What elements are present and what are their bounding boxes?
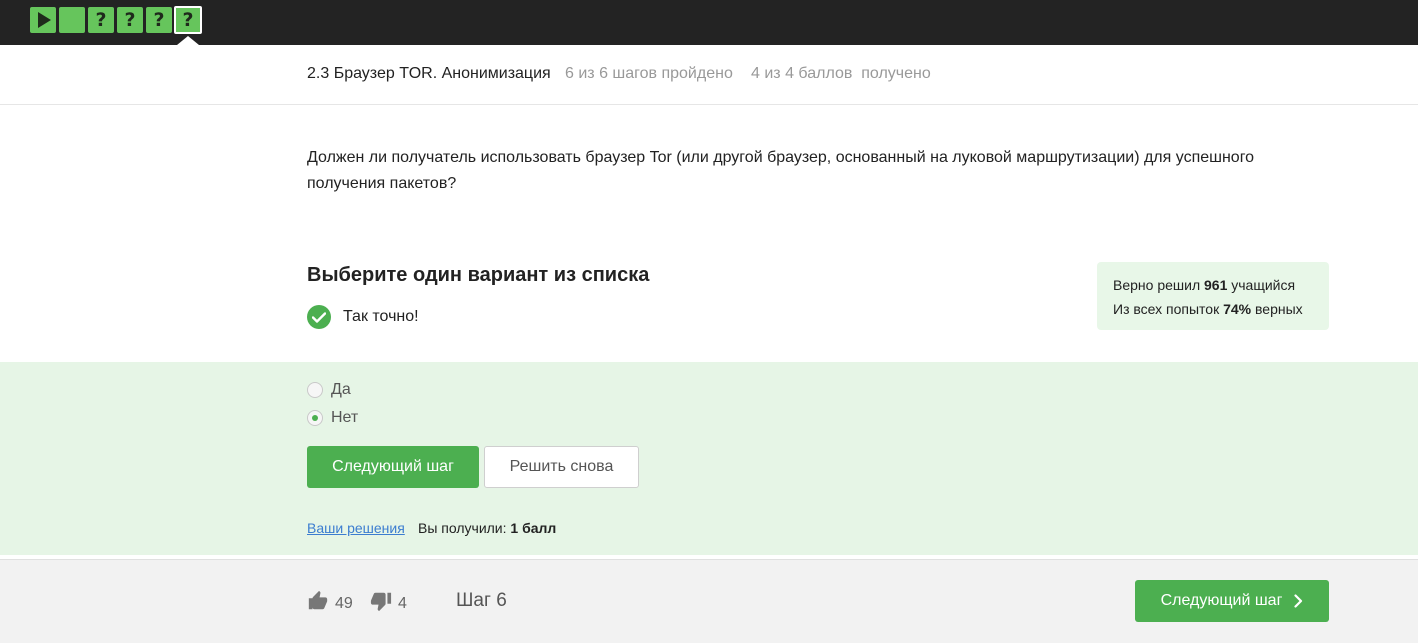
- radio-button[interactable]: [307, 382, 323, 398]
- attempts-stat: Из всех попыток 74% верных: [1113, 297, 1329, 321]
- task-title: Выберите один вариант из списка: [307, 264, 650, 286]
- lesson-progress: 6 из 6 шагов пройдено: [565, 65, 733, 82]
- thumbs-down-icon: [370, 590, 392, 617]
- next-step-button[interactable]: Следующий шаг: [307, 446, 479, 488]
- thumbs-up-icon: [307, 590, 329, 617]
- score-label: Вы получили:: [418, 520, 507, 536]
- your-solutions-link[interactable]: Ваши решения: [307, 520, 405, 536]
- solved-count: 961: [1204, 277, 1228, 293]
- solve-again-button[interactable]: Решить снова: [484, 446, 639, 488]
- chevron-right-icon: [1294, 594, 1303, 608]
- lesson-score: 4 из 4 баллов получено: [751, 65, 931, 82]
- lesson-title: 2.3 Браузер TOR. Анонимизация: [307, 65, 551, 82]
- score-value: 1 балл: [510, 520, 557, 536]
- solved-stat: Верно решил 961 учащийся: [1113, 273, 1329, 297]
- answer-area: [0, 362, 1418, 555]
- radio-button-selected[interactable]: [307, 410, 323, 426]
- solved-prefix: Верно решил: [1113, 277, 1201, 293]
- play-icon: [38, 12, 51, 28]
- footer-next-label: Следующий шаг: [1160, 592, 1283, 609]
- option-label: Нет: [331, 409, 359, 426]
- like-button[interactable]: 49: [307, 590, 353, 617]
- dislike-button[interactable]: 4: [370, 590, 407, 617]
- option-net[interactable]: Нет: [307, 409, 358, 427]
- feedback-correct: Так точно!: [307, 305, 419, 329]
- stats-box: Верно решил 961 учащийся Из всех попыток…: [1097, 262, 1329, 330]
- score-received: Вы получили: 1 балл: [418, 520, 556, 536]
- current-step-pointer: [177, 36, 199, 45]
- step-3-quiz[interactable]: ?: [88, 7, 114, 33]
- step-5-quiz[interactable]: ?: [146, 7, 172, 33]
- footer-next-step-button[interactable]: Следующий шаг: [1135, 580, 1329, 622]
- check-circle-icon: [307, 305, 331, 329]
- attempts-percent: 74%: [1223, 301, 1252, 317]
- step-6-quiz-current[interactable]: ?: [174, 6, 202, 34]
- option-da[interactable]: Да: [307, 381, 351, 399]
- likes-count: 49: [335, 594, 353, 612]
- question-text: Должен ли получатель использовать браузе…: [307, 149, 1255, 192]
- step-number-label: Шаг 6: [456, 590, 507, 611]
- step-4-quiz[interactable]: ?: [117, 7, 143, 33]
- steps-bar: ? ? ? ?: [0, 0, 1418, 45]
- question-icon: ?: [182, 9, 194, 31]
- attempts-prefix: Из всех попыток: [1113, 301, 1220, 317]
- attempts-suffix: верных: [1255, 301, 1303, 317]
- feedback-text: Так точно!: [343, 308, 419, 325]
- question-icon: ?: [153, 9, 165, 31]
- dislikes-count: 4: [398, 594, 407, 612]
- step-1-video[interactable]: [30, 7, 56, 33]
- question-icon: ?: [95, 9, 107, 31]
- step-2-text[interactable]: [59, 7, 85, 33]
- question-icon: ?: [124, 9, 136, 31]
- solved-suffix: учащийся: [1231, 277, 1296, 293]
- option-label: Да: [331, 381, 351, 398]
